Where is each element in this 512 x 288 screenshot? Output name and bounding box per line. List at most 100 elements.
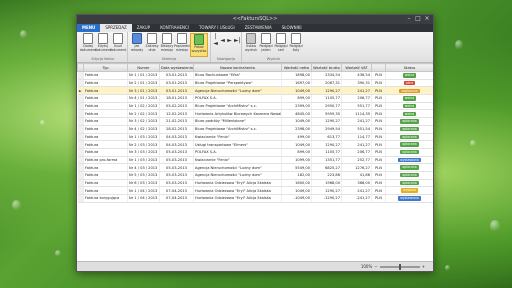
app-window: <<FaktursSQL>> – □ × MENU SPRZEDAZ ZAKUP… — [76, 14, 434, 272]
column-header-data[interactable]: Data wystawienia — [159, 63, 194, 72]
zoom-slider[interactable] — [379, 263, 420, 270]
cell-netto: 899,00 — [281, 148, 312, 157]
cell-netto: 4845,00 — [281, 109, 312, 119]
zoom-in-icon[interactable]: + — [422, 264, 425, 269]
tab-zestawienia[interactable]: ZESTAWIENIA — [240, 24, 277, 32]
cell-waluta: PLN — [371, 171, 386, 180]
cell-vat: 368,00 — [341, 179, 372, 188]
tab-zakup[interactable]: ZAKUP — [132, 24, 155, 32]
cell-nazwa: Biuro Rachunkowe "Efka" — [193, 71, 282, 80]
add-document-button[interactable]: Dodaj dokument — [80, 33, 96, 57]
cell-numer: Nr 3 / 01 / 2013 — [127, 86, 160, 96]
table-row[interactable]: ► Faktura Nr 3 / 01 / 2013 03-01-2013 Agencj… — [77, 86, 433, 96]
cell-status: opłacona — [385, 125, 433, 134]
cell-data: 03-01-2013 — [159, 71, 194, 80]
cell-data: 05-03-2013 — [159, 163, 194, 172]
table-row[interactable]: Faktura Nr 4 / 01 / 2013 18-01-2013 POLFAX … — [77, 94, 433, 103]
window-title: <<FaktursSQL>> — [232, 16, 278, 22]
previous-month-button[interactable]: Poprzedni miesiąc — [174, 33, 190, 57]
tab-kontrahenci[interactable]: KONTRAHENCI — [155, 24, 194, 32]
cell-brutto: 2949,54 — [311, 125, 342, 134]
cell-brutto: 1290,27 — [311, 117, 342, 126]
last-record-icon[interactable]: ►| — [234, 37, 241, 44]
previous-record-icon[interactable]: ◄ — [220, 37, 225, 44]
cell-data: 05-02-2013 — [159, 102, 194, 111]
cell-numer: Nr 2 / 03 / 2013 — [127, 140, 160, 149]
table-row[interactable]: Faktura pro-forma Nr 1 / 03 / 2013 05-03-2… — [77, 156, 433, 165]
tab-menu[interactable]: MENU — [77, 24, 101, 32]
preview-series-button[interactable]: Podgląd seri — [274, 33, 288, 57]
current-month-button[interactable]: Bieżący miesiąc — [160, 33, 174, 57]
cell-data: 05-03-2013 — [159, 156, 194, 165]
zoom-out-icon[interactable]: − — [374, 264, 377, 269]
rain-drop-decoration — [445, 265, 450, 271]
print-preview-icon — [261, 33, 271, 44]
zoom-slider-thumb[interactable] — [398, 263, 401, 270]
cell-waluta: PLN — [371, 71, 386, 80]
calendar-icon — [177, 33, 187, 44]
table-row[interactable]: Faktura Nr 5 / 03 / 2013 05-03-2013 Agencja… — [77, 171, 433, 180]
column-header-vat[interactable]: Wartość VAT — [341, 63, 372, 72]
table-row[interactable]: Faktura korygująca Nr 1 / 04 / 2013 07-04-… — [77, 194, 433, 203]
cell-waluta: PLN — [371, 133, 386, 142]
table-row[interactable]: Faktura Nr 2 / 03 / 2013 04-03-2013 Usługi … — [77, 140, 433, 149]
cell-brutto: 1290,27 — [311, 140, 342, 149]
tab-slowniki[interactable]: SŁOWNIKI — [277, 24, 307, 32]
cell-netto: -1049,00 — [281, 194, 312, 203]
table-row[interactable]: Faktura Nr 1 / 01 / 2013 03-01-2013 Biuro R… — [77, 71, 433, 80]
table-row[interactable]: Faktura Nr 6 / 03 / 2013 05-03-2013 Hurtown… — [77, 179, 433, 188]
preview-one-button[interactable]: Podgląd jeden — [259, 33, 273, 57]
table-row[interactable]: Faktura Nr 1 / 02 / 2013 05-02-2013 Biuro P… — [77, 102, 433, 111]
column-header-status[interactable]: Status — [385, 63, 433, 72]
show-all-button[interactable]: Pokaż wszystko — [190, 33, 208, 57]
delete-document-button[interactable]: Usuń dokument — [110, 33, 126, 57]
table-row[interactable]: Faktura Nr 1 / 04 / 2013 07-04-2013 Hurtown… — [77, 186, 433, 195]
column-header-waluta[interactable] — [371, 63, 386, 72]
maximize-icon[interactable]: □ — [415, 15, 421, 23]
column-header-typ[interactable]: Typ — [83, 63, 128, 72]
cell-numer: Nr 3 / 02 / 2013 — [127, 117, 160, 126]
preview-list-button[interactable]: Podgląd listy — [289, 33, 303, 57]
column-header-netto[interactable]: Wartość netto — [281, 63, 312, 72]
table-row[interactable]: Faktura Nr 1 / 03 / 2013 04-03-2013 Kwiacia… — [77, 133, 433, 142]
table-row[interactable]: Faktura Nr 4 / 02 / 2013 28-02-2013 Biuro P… — [77, 125, 433, 134]
column-header-numer[interactable]: Numer — [127, 63, 160, 72]
table-row[interactable]: Faktura Nr 4 / 03 / 2013 05-03-2013 Agencja… — [77, 163, 433, 172]
table-row[interactable]: Faktura Nr 3 / 03 / 2013 05-03-2013 POLFAX … — [77, 148, 433, 157]
cell-brutto: -1290,27 — [311, 194, 342, 203]
filter-records-button[interactable]: Jak rekordy — [130, 33, 144, 57]
date-range-button[interactable]: Zakresy dnia — [145, 33, 159, 57]
status-badge: wystawiona — [398, 157, 421, 163]
cell-vat: 241,27 — [341, 140, 372, 149]
cell-brutto: 1105,77 — [311, 94, 342, 103]
column-header-brutto[interactable]: Wartość brutto — [311, 63, 342, 72]
column-header-nazwa[interactable]: Nazwa kontrahenta — [193, 63, 282, 72]
ribbon: Dodaj dokument Edytuj dokument Usuń doku… — [77, 32, 433, 63]
next-record-icon[interactable]: ► — [227, 37, 232, 44]
minimize-icon[interactable]: – — [406, 15, 412, 23]
cell-nazwa: Kwiaciarnie "Fenix" — [193, 133, 282, 142]
calendar-icon — [147, 33, 157, 44]
cell-netto: 1049,00 — [281, 86, 312, 96]
cell-typ: Faktura — [83, 133, 128, 142]
cell-nazwa: Agencja Nieruchomości "Ludny dom" — [193, 171, 282, 180]
table-row[interactable]: Faktura Nr 3 / 02 / 2013 21-02-2013 Biuro p… — [77, 117, 433, 126]
group-label: Selekcja — [161, 57, 177, 61]
cell-status: opłacona — [385, 171, 433, 180]
print-settings-button[interactable]: Ustaw wydruk — [244, 33, 258, 57]
tab-sprzedaz[interactable]: SPRZEDAZ — [100, 24, 132, 32]
status-badge: opłacona — [400, 142, 419, 147]
cell-brutto: 1105,77 — [311, 148, 342, 157]
tab-towary-i-uslugi[interactable]: TOWARY I USŁUGI — [194, 24, 240, 32]
close-icon[interactable]: × — [424, 15, 430, 23]
cell-data: 28-02-2013 — [159, 125, 194, 134]
status-badge: wolna — [402, 111, 417, 116]
cell-status: opłacona — [385, 163, 433, 172]
cell-brutto: 1351,77 — [311, 156, 342, 165]
cell-netto: 1600,00 — [281, 179, 312, 188]
first-record-icon[interactable]: |◄ — [213, 33, 218, 47]
edit-document-button[interactable]: Edytuj dokument — [95, 33, 111, 57]
cell-nazwa: Hurtownia Odzieżowa "Eryl" Alicja Skalsk… — [193, 179, 282, 188]
table-row[interactable]: Faktura Nr 2 / 02 / 2013 12-02-2013 Hurtown… — [77, 109, 433, 119]
table-row[interactable]: Faktura Nr 2 / 01 / 2013 03-01-2013 Biuro P… — [77, 79, 433, 88]
